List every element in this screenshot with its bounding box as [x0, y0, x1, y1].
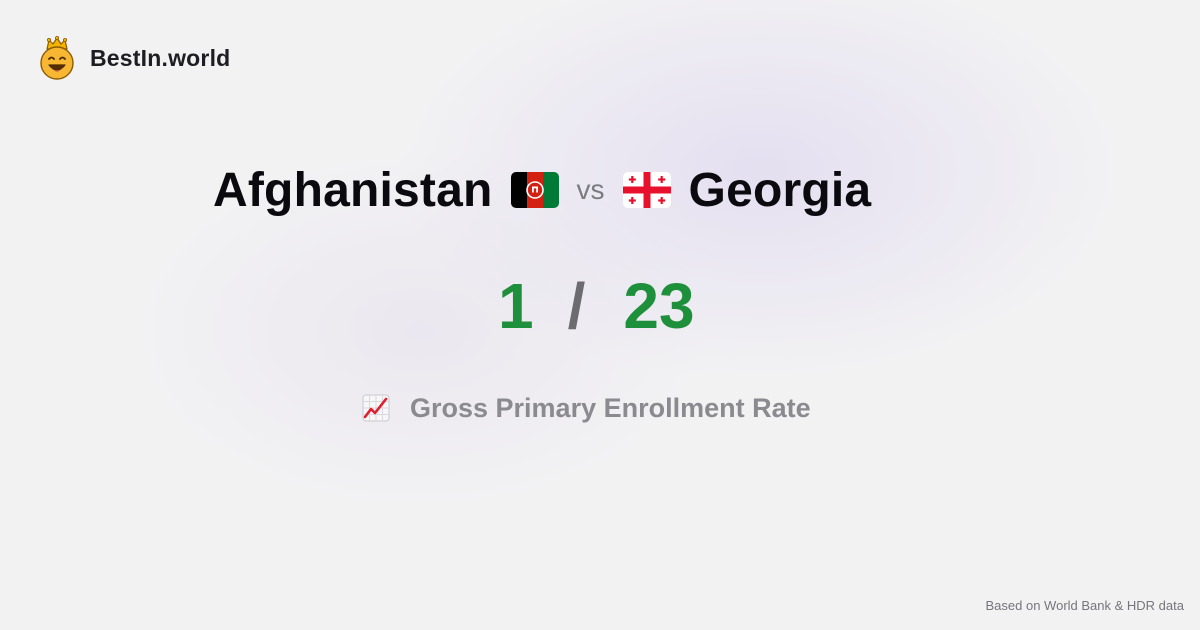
rank-comparison: 1 / 23	[498, 268, 695, 344]
chart-increasing-icon	[362, 394, 390, 422]
country-a-rank: 1	[498, 270, 534, 342]
country-b-name[interactable]: Georgia	[689, 163, 872, 218]
country-b-rank: 23	[623, 270, 695, 342]
metric-title[interactable]: Gross Primary Enrollment Rate	[362, 390, 811, 426]
data-source-note: Based on World Bank & HDR data	[985, 598, 1184, 613]
afghanistan-flag-icon	[510, 172, 559, 208]
metric-label: Gross Primary Enrollment Rate	[410, 392, 811, 423]
rank-separator: /	[567, 270, 586, 342]
country-a-name[interactable]: Afghanistan	[213, 163, 493, 218]
smiling-crown-face-icon	[40, 36, 74, 80]
brand-name: BestIn.world	[90, 44, 231, 71]
vs-label: vs	[576, 174, 605, 205]
comparison-headline: Afghanistan vs Georgia	[213, 160, 871, 220]
georgia-flag-icon	[622, 172, 671, 208]
brand-logo-link[interactable]: BestIn.world	[38, 36, 230, 80]
